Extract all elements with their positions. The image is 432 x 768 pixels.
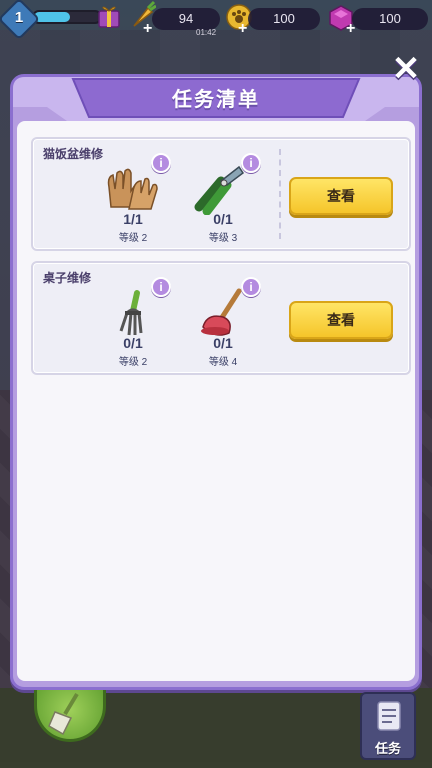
item-level: 等级 2 — [118, 233, 148, 244]
task-card-table-repair: 桌子维修 i 0/1 等级 2 i 0/1 等级 4 查看 — [31, 261, 411, 375]
energy-timer: 01:42 — [196, 28, 217, 37]
item-info-button[interactable]: i — [151, 277, 171, 297]
task-item: i 1/1 等级 2 — [93, 149, 173, 249]
broom-button[interactable] — [34, 690, 106, 742]
item-info-button[interactable]: i — [151, 153, 171, 173]
gem-counter: 100 — [352, 8, 428, 30]
energy-plus-button[interactable]: + — [143, 20, 152, 38]
panel-body: 猫饭盆维修 i 1/1 等级 2 i 0/1 等级 3 查看 桌子维修 i 0/… — [17, 121, 415, 681]
player-level: 1 — [14, 9, 24, 26]
paw-coin-plus-button[interactable]: + — [238, 20, 247, 38]
item-level: 等级 3 — [208, 233, 238, 244]
xp-bar — [32, 10, 102, 24]
clipboard-icon — [377, 701, 401, 731]
card-divider — [279, 149, 281, 239]
view-button[interactable]: 查看 — [289, 177, 393, 215]
task-list-panel: 任务清单 猫饭盆维修 i 1/1 等级 2 i 0/1 等级 3 查看 桌子维修… — [10, 74, 422, 690]
view-button[interactable]: 查看 — [289, 301, 393, 339]
task-item: i 0/1 等级 4 — [183, 273, 263, 373]
item-count: 0/1 — [213, 211, 233, 227]
item-info-button[interactable]: i — [241, 153, 261, 173]
panel-title: 任务清单 — [172, 89, 260, 111]
item-info-button[interactable]: i — [241, 277, 261, 297]
gem-plus-button[interactable]: + — [346, 20, 355, 38]
top-hud: 1 94 01:42 + 100 + 100 + — [0, 0, 432, 41]
task-item: i 0/1 等级 3 — [183, 149, 263, 249]
tasks-button[interactable]: 任务 — [360, 692, 416, 760]
broom-icon — [48, 692, 79, 736]
tasks-button-label: 任务 — [374, 741, 401, 756]
task-item: i 0/1 等级 2 — [93, 273, 173, 373]
task-name: 桌子维修 — [43, 271, 92, 285]
close-button[interactable]: ✕ — [388, 52, 424, 88]
item-count: 0/1 — [213, 335, 233, 351]
task-card-cat-bowl-repair: 猫饭盆维修 i 1/1 等级 2 i 0/1 等级 3 查看 — [31, 137, 411, 251]
paw-coin-counter: 100 — [248, 8, 320, 30]
item-level: 等级 2 — [118, 357, 148, 368]
item-level: 等级 4 — [208, 357, 238, 368]
gift-icon[interactable] — [97, 2, 121, 28]
panel-header: 任务清单 — [13, 77, 419, 127]
xp-bar-fill — [34, 12, 71, 22]
energy-counter: 94 — [152, 8, 220, 30]
item-count: 1/1 — [123, 211, 143, 227]
item-count: 0/1 — [123, 335, 143, 351]
